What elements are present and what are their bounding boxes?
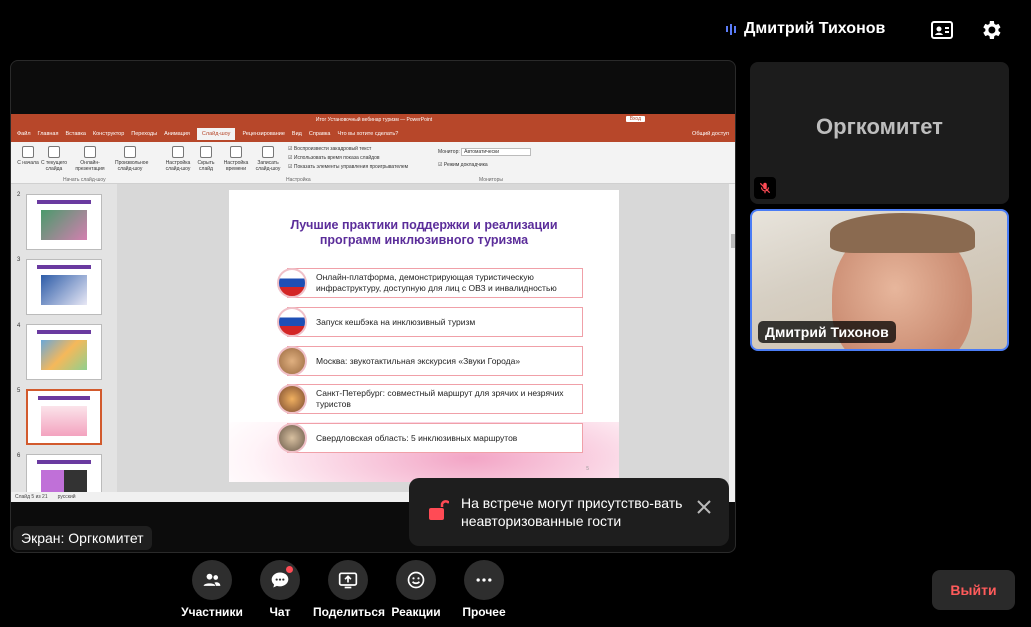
ppt-tell-me: Что вы хотите сделать? xyxy=(337,131,399,137)
slide-practice-row: Онлайн-платформа, демонстрирующая турист… xyxy=(287,268,583,298)
thumbnail-number: 6 xyxy=(17,453,21,459)
ppt-tab: Конструктор xyxy=(92,131,125,137)
ppt-presenter-mode: Режим докладчика xyxy=(438,162,488,168)
ppt-ribbon-button: Настройка слайд-шоу xyxy=(163,146,193,172)
thumbnail-number: 5 xyxy=(17,388,21,394)
slide-page-number: 5 xyxy=(586,466,589,472)
unlocked-lock-icon xyxy=(427,498,451,527)
unread-dot-icon xyxy=(286,566,293,573)
current-slide: Лучшие практики поддержки и реализации п… xyxy=(229,190,619,482)
more-button[interactable]: Прочее xyxy=(449,560,519,619)
security-toast: На встрече могут присутство-вать неавтор… xyxy=(409,478,729,546)
ppt-check-narration: Воспроизвести закадровый текст xyxy=(288,146,371,152)
share-button[interactable]: Поделиться xyxy=(313,560,386,619)
ppt-tab: Рецензирование xyxy=(242,131,285,137)
ppt-group-label: Начать слайд-шоу xyxy=(63,177,106,183)
ppt-thumbnail-pane: 2 3 4 5 6 xyxy=(11,184,117,492)
chat-button[interactable]: Чат xyxy=(245,560,315,619)
ppt-ribbon: С начала С текущего слайда Онлайн-презен… xyxy=(11,142,735,184)
participants-label: Участники xyxy=(181,605,243,619)
share-label: Поделиться xyxy=(313,605,386,619)
slide-thumbnail xyxy=(26,454,102,492)
chat-label: Чат xyxy=(269,605,291,619)
participant-tile-organizer[interactable]: Оргкомитет xyxy=(750,62,1009,204)
ppt-tab: Вид xyxy=(291,131,302,137)
ppt-tab-active: Слайд-шоу xyxy=(196,128,236,140)
ppt-slide-counter: Слайд 5 из 21 xyxy=(15,494,48,500)
ppt-slide-editor: Лучшие практики поддержки и реализации п… xyxy=(117,184,735,492)
ppt-check-timings: Использовать время показа слайдов xyxy=(288,155,380,161)
ppt-share-label: Общий доступ xyxy=(692,131,729,137)
participant-video-hair xyxy=(830,213,975,253)
participant-tile-self[interactable]: Дмитрий Тихонов xyxy=(750,209,1009,351)
close-icon[interactable] xyxy=(697,500,711,519)
current-user-name: Дмитрий Тихонов xyxy=(744,20,886,37)
slide-practice-row: Запуск кешбэка на инклюзивный туризм xyxy=(287,307,583,337)
reactions-label: Реакции xyxy=(391,605,441,619)
russia-flag-icon xyxy=(277,268,307,298)
current-user: Дмитрий Тихонов xyxy=(726,20,885,38)
reactions-button[interactable]: Реакции xyxy=(381,560,451,619)
ppt-tab: Главная xyxy=(37,131,59,137)
slide-thumbnail-selected xyxy=(26,389,102,445)
ppt-ribbon-button: Настройка времени xyxy=(221,146,251,172)
more-dots-icon[interactable] xyxy=(464,560,504,600)
slide-thumbnail xyxy=(26,259,102,315)
settings-gear-icon[interactable] xyxy=(979,18,1003,42)
sverdlovsk-photo-icon xyxy=(277,423,307,453)
ppt-check-controls: Показать элементы управления проигрывате… xyxy=(288,164,408,170)
toast-message: На встрече могут присутство-вать неавтор… xyxy=(461,495,683,529)
thumbnail-number: 3 xyxy=(17,257,21,263)
ppt-group-label: Мониторы xyxy=(479,177,503,183)
slide-practice-row: Свердловская область: 5 инклюзивных марш… xyxy=(287,423,583,453)
participants-icon[interactable] xyxy=(192,560,232,600)
slide-practice-row: Москва: звукотактильная экскурсия «Звуки… xyxy=(287,346,583,376)
ppt-ribbon-button: С текущего слайда xyxy=(39,146,69,172)
audio-level-icon xyxy=(726,22,736,36)
ppt-signin-button: Вход xyxy=(625,116,645,122)
share-screen-icon[interactable] xyxy=(328,560,368,600)
self-tile-name: Дмитрий Тихонов xyxy=(758,321,896,343)
ppt-tab: Справка xyxy=(308,131,331,137)
slide-thumbnail xyxy=(26,194,102,250)
screen-share-label: Экран: Оргкомитет xyxy=(13,526,152,550)
ppt-tab: Переходы xyxy=(131,131,158,137)
thumbnail-number: 4 xyxy=(17,323,21,329)
slide-thumbnail xyxy=(26,324,102,380)
ppt-ribbon-button: Произвольное слайд-шоу xyxy=(115,146,148,172)
organizer-tile-name: Оргкомитет xyxy=(816,114,943,139)
thumbnail-number: 2 xyxy=(17,192,21,198)
ppt-tab: Анимация xyxy=(164,131,190,137)
ppt-tab: Файл xyxy=(17,131,31,137)
mic-muted-icon xyxy=(754,177,776,199)
participants-button[interactable]: Участники xyxy=(177,560,247,619)
ppt-window-title: Итог Установочный вебинар туризм — Power… xyxy=(315,117,433,123)
contact-card-icon[interactable] xyxy=(930,18,954,42)
ppt-tab: Вставка xyxy=(65,131,86,137)
ppt-language: русский xyxy=(57,494,76,500)
spb-photo-icon xyxy=(277,384,307,414)
smile-icon[interactable] xyxy=(396,560,436,600)
slide-practice-row: Санкт-Петербург: совместный маршрут для … xyxy=(287,384,583,414)
ppt-ribbon-button: Записать слайд-шоу xyxy=(253,146,283,172)
ppt-title-bar: Итог Установочный вебинар туризм — Power… xyxy=(11,114,735,126)
ppt-ribbon-tabs: Файл Главная Вставка Конструктор Переход… xyxy=(11,126,735,142)
ppt-monitor-row: Монитор: Автоматически xyxy=(438,148,532,156)
russia-flag-icon xyxy=(277,307,307,337)
powerpoint-window: Итог Установочный вебинар туризм — Power… xyxy=(11,114,735,502)
slide-heading: Лучшие практики поддержки и реализации п… xyxy=(290,218,558,247)
more-label: Прочее xyxy=(462,605,506,619)
ppt-ribbon-button: Онлайн-презентация xyxy=(75,146,105,172)
ppt-body: 2 3 4 5 6 Лучшие практики поддержки и ре… xyxy=(11,184,735,492)
moscow-photo-icon xyxy=(277,346,307,376)
ppt-group-label: Настройка xyxy=(286,177,311,183)
ppt-ribbon-button: Скрыть слайд xyxy=(191,146,221,172)
leave-meeting-button[interactable]: Выйти xyxy=(932,570,1015,610)
chat-icon[interactable] xyxy=(260,560,300,600)
ppt-vertical-scrollbar xyxy=(729,184,735,492)
